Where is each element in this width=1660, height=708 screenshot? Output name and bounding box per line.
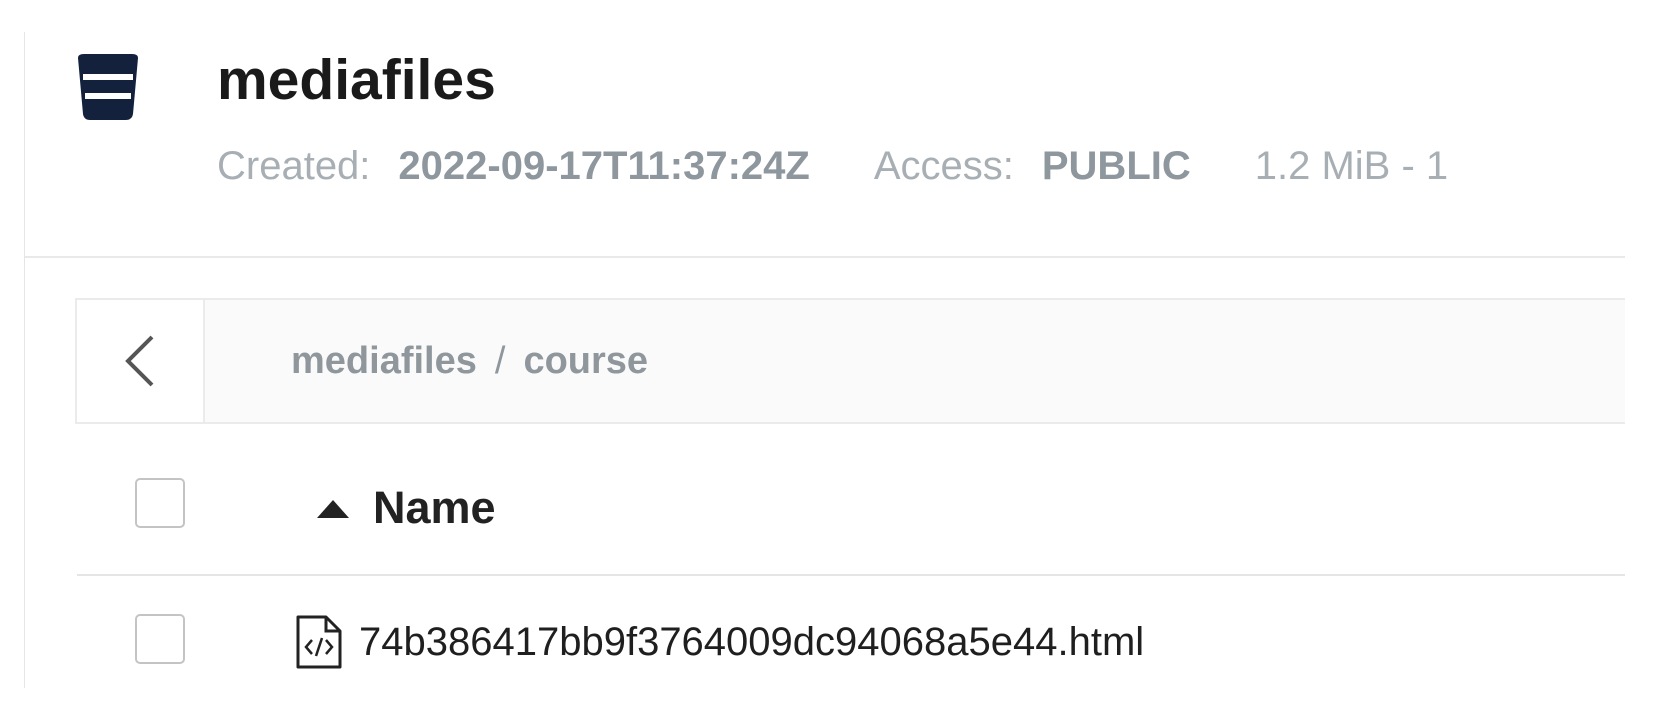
table-header-divider: [77, 574, 1625, 576]
breadcrumb: mediafiles / course: [291, 300, 648, 422]
access-value: PUBLIC: [1041, 143, 1191, 188]
header-divider: [25, 256, 1625, 258]
bucket-metadata: Created: 2022-09-17T11:37:24Z Access: PU…: [217, 140, 1448, 192]
breadcrumb-item-mediafiles[interactable]: mediafiles: [291, 340, 477, 383]
back-button[interactable]: [77, 300, 205, 422]
html-file-icon: [296, 615, 342, 669]
file-name-link[interactable]: 74b386417bb9f3764009dc94068a5e44.html: [359, 614, 1144, 670]
sort-up-icon[interactable]: [313, 494, 353, 524]
column-header-name[interactable]: Name: [373, 478, 496, 538]
access-label: Access:: [873, 143, 1014, 188]
breadcrumb-separator: /: [494, 339, 506, 382]
bucket-icon: [78, 54, 138, 120]
select-all-checkbox[interactable]: [135, 478, 185, 528]
chevron-left-icon: [125, 335, 154, 387]
created-value: 2022-09-17T11:37:24Z: [398, 143, 810, 188]
breadcrumb-bar: mediafiles / course: [75, 298, 1625, 424]
bucket-title: mediafiles: [217, 48, 496, 112]
object-browser-page: mediafiles Created: 2022-09-17T11:37:24Z…: [0, 0, 1660, 708]
created-label: Created:: [217, 143, 371, 188]
row-checkbox[interactable]: [135, 614, 185, 664]
bucket-size-summary: 1.2 MiB - 1: [1254, 143, 1449, 188]
breadcrumb-item-course[interactable]: course: [523, 340, 648, 383]
main-panel: mediafiles Created: 2022-09-17T11:37:24Z…: [25, 0, 1625, 708]
